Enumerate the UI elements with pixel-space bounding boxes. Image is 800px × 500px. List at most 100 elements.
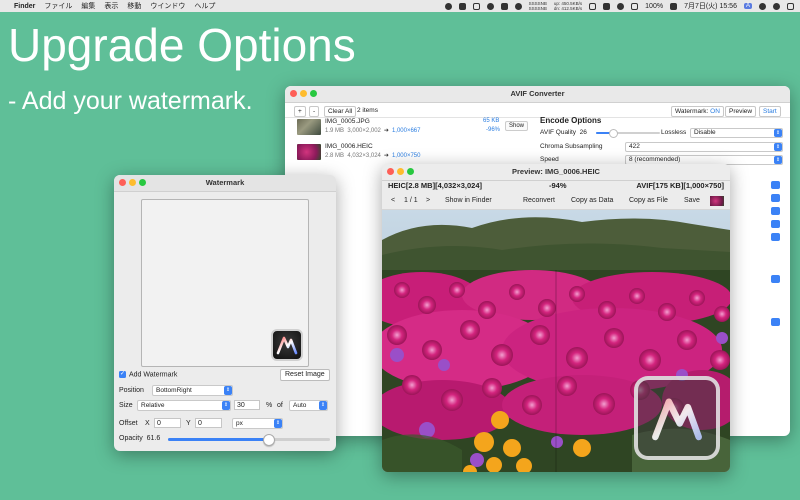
volume-icon[interactable] <box>589 2 597 10</box>
window-controls <box>119 179 146 186</box>
next-page-button[interactable]: > <box>426 196 430 205</box>
file-dims: 4,032×3,024 <box>347 153 381 159</box>
monitor-icon[interactable] <box>500 2 508 10</box>
lossless-select[interactable]: Disable ⇕ <box>690 128 783 138</box>
hidden-option-popup[interactable] <box>771 220 780 228</box>
lossless-label: Lossless <box>661 129 687 136</box>
bluetooth-icon[interactable] <box>617 2 625 10</box>
close-button[interactable] <box>387 168 394 175</box>
wifi-icon[interactable] <box>631 2 639 10</box>
start-button[interactable]: Start <box>759 106 781 117</box>
save-button[interactable]: Save <box>684 196 700 205</box>
watermark-toggle-button[interactable]: Watermark: ON <box>671 106 724 117</box>
zoom-button[interactable] <box>139 179 146 186</box>
preview-thumbnail[interactable] <box>710 196 724 206</box>
prev-page-button[interactable]: < <box>391 196 395 205</box>
cloud-weather-icon[interactable] <box>603 2 611 10</box>
source-info: HEIC[2.8 MB][4,032×3,024] <box>388 181 482 190</box>
size-mode-value: Relative <box>141 402 165 409</box>
copy-as-data-button[interactable]: Copy as Data <box>571 196 613 205</box>
hidden-option-popup[interactable] <box>771 194 780 202</box>
battery-percent[interactable]: 100% <box>645 3 663 10</box>
hidden-option-popup[interactable] <box>771 181 780 189</box>
file-dims: 3,000×2,002 <box>347 128 381 134</box>
quality-slider[interactable] <box>596 129 660 138</box>
status-app-icon[interactable] <box>444 2 452 10</box>
offset-x-label: X <box>145 420 150 427</box>
opacity-slider[interactable] <box>168 434 330 446</box>
size-of-label: of <box>277 402 283 409</box>
net-speed-stack[interactable]: up: 450.5KB/s dn: 412.5KB/s <box>554 1 582 11</box>
cloud-icon[interactable] <box>472 2 480 10</box>
minimize-button[interactable] <box>300 90 307 97</box>
add-watermark-checkbox[interactable]: ✓ Add Watermark <box>119 371 177 378</box>
encode-options-title: Encode Options <box>540 116 602 125</box>
control-center-icon[interactable] <box>773 2 780 10</box>
size-ref-select[interactable]: Auto ⇕ <box>289 400 328 411</box>
preview-titlebar: Preview: IMG_0006.HEIC <box>382 164 730 181</box>
file-size: 1.9 MB <box>325 128 345 134</box>
menu-app-name[interactable]: Finder <box>14 3 35 10</box>
item-count: 2 items <box>357 107 378 114</box>
copy-as-file-button[interactable]: Copy as File <box>629 196 668 205</box>
size-value-field[interactable]: 30 <box>234 400 260 410</box>
hidden-option-popup[interactable] <box>771 233 780 241</box>
chroma-select[interactable]: 422 ⇕ <box>625 142 783 152</box>
menu-file[interactable]: ファイル <box>44 1 72 11</box>
watermark-toggle-state: ON <box>710 108 720 115</box>
offset-y-field[interactable]: 0 <box>195 418 222 428</box>
size-mode-select[interactable]: Relative ⇕ <box>137 400 231 411</box>
file-thumbnail <box>297 119 321 135</box>
offset-x-field[interactable]: 0 <box>154 418 181 428</box>
menu-help[interactable]: ヘルプ <box>194 1 215 11</box>
quality-slider-knob[interactable] <box>608 129 618 138</box>
quality-label: AVIF Quality 26 <box>540 129 587 136</box>
minimize-button[interactable] <box>397 168 404 175</box>
reconvert-button[interactable]: Reconvert <box>523 196 555 205</box>
remove-file-button[interactable]: - <box>309 106 320 117</box>
hidden-option-popup[interactable] <box>771 207 780 215</box>
menu-view[interactable]: 表示 <box>104 1 118 11</box>
menu-edit[interactable]: 編集 <box>81 1 95 11</box>
menu-window[interactable]: ウインドウ <box>150 1 185 11</box>
add-file-button[interactable]: + <box>294 106 306 117</box>
notification-icon[interactable] <box>787 2 794 10</box>
close-button[interactable] <box>119 179 126 186</box>
chevron-updown-icon: ⇕ <box>774 129 782 137</box>
sync-icon[interactable] <box>514 2 522 10</box>
opacity-label: Opacity 61.6 <box>119 435 160 442</box>
window-controls <box>387 168 414 175</box>
record-icon[interactable] <box>486 2 494 10</box>
clear-all-button[interactable]: Clear All <box>324 106 357 117</box>
preview-button[interactable]: Preview <box>725 106 757 117</box>
show-button[interactable]: Show <box>505 121 529 131</box>
offset-unit-select[interactable]: px ⇕ <box>232 418 283 429</box>
dropbox-icon[interactable] <box>458 2 466 10</box>
opacity-slider-knob[interactable] <box>262 434 275 446</box>
convert-arrow: ➜ <box>383 128 389 134</box>
preview-image[interactable] <box>382 210 730 472</box>
chevron-updown-icon: ⇕ <box>774 143 782 151</box>
speed-label: Speed <box>540 156 559 163</box>
minimize-button[interactable] <box>129 179 136 186</box>
hero-title: Upgrade Options <box>8 19 356 71</box>
position-select[interactable]: BottomRight ⇕ <box>152 385 233 396</box>
hidden-option-popup[interactable] <box>771 275 780 283</box>
hero-subtitle: - Add your watermark. <box>8 87 253 115</box>
window-controls <box>290 90 317 97</box>
battery-icon[interactable] <box>670 2 678 10</box>
input-source-badge[interactable]: A <box>743 3 752 9</box>
menu-go[interactable]: 移動 <box>127 1 141 11</box>
search-icon[interactable] <box>759 2 766 10</box>
hidden-option-popup[interactable] <box>771 318 780 326</box>
clock[interactable]: 7月7日(火) 15:56 <box>684 1 737 11</box>
show-in-finder-button[interactable]: Show in Finder <box>445 196 492 205</box>
preview-toolbar: < 1 / 1 > Show in Finder Reconvert Copy … <box>382 193 730 210</box>
zoom-button[interactable] <box>407 168 414 175</box>
close-button[interactable] <box>290 90 297 97</box>
chroma-label: Chroma Subsampling <box>540 143 603 150</box>
reset-image-button[interactable]: Reset Image <box>280 369 330 381</box>
zoom-button[interactable] <box>310 90 317 97</box>
output-info: AVIF[175 KB][1,000×750] <box>636 181 724 190</box>
watermark-canvas[interactable] <box>141 199 309 367</box>
